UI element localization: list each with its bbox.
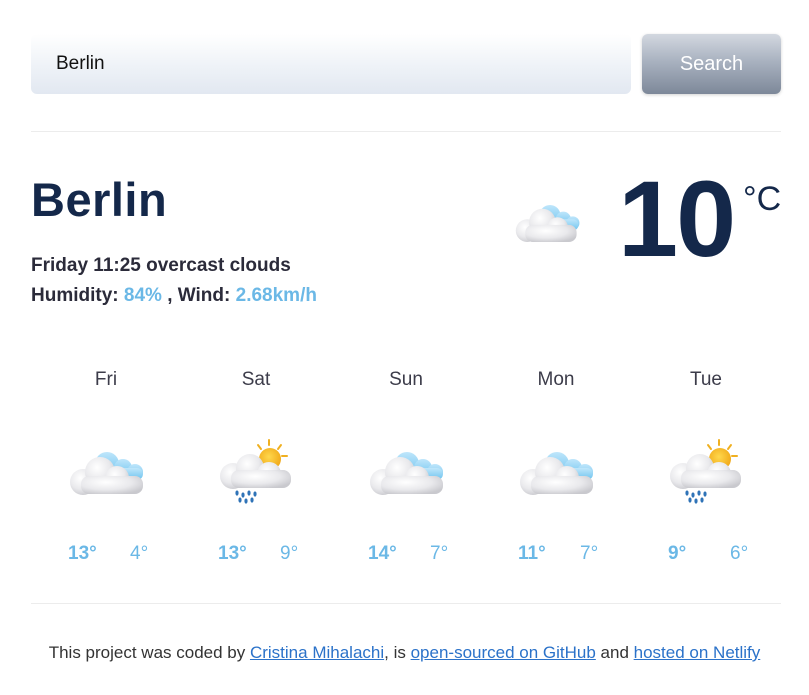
wind-label: , Wind: [167,285,231,306]
humidity-value: 84% [123,285,162,306]
forecast-day-name: Sat [241,369,271,390]
search-button[interactable]: Search [642,34,781,94]
forecast-max-temp: 11° [518,543,546,564]
overcast-clouds-icon [67,436,147,506]
forecast-day-name: Tue [689,369,723,390]
current-conditions: Humidity: 84% , Wind: 2.68km/h [31,285,317,307]
search-bar: Search [31,34,781,94]
forecast-min-temp: 9° [280,543,299,564]
netlify-link[interactable]: hosted on Netlify [634,643,761,662]
sun-cloud-rain-icon [217,436,297,506]
forecast-row: Fri 13° 4° Sat 13° 9° Sun 14° 7° Mon 11°… [31,366,781,566]
forecast-min-temp: 7° [580,543,599,564]
current-temperature: 10 [618,158,736,279]
forecast-day: Sun 14° 7° [331,366,481,566]
bottom-divider [31,603,781,604]
temperature-unit: °C [743,180,782,218]
forecast-min-temp: 7° [430,543,449,564]
forecast-day-name: Sun [389,369,423,390]
forecast-max-temp: 9° [668,543,687,564]
forecast-day-name: Mon [537,369,575,390]
city-search-input[interactable] [31,34,631,94]
forecast-day: Fri 13° 4° [31,366,181,566]
weather-description: overcast clouds [146,255,291,276]
wind-value: 2.68km/h [235,285,317,306]
day-time: Friday 11:25 [31,255,141,276]
forecast-max-temp: 13° [218,543,247,564]
footer-text: and [595,643,634,662]
overcast-clouds-icon [367,436,447,506]
forecast-day: Sat 13° 9° [181,366,331,566]
overcast-clouds-icon [512,196,588,250]
current-details: Friday 11:25 overcast clouds [31,255,291,277]
github-link[interactable]: open-sourced on GitHub [411,643,596,662]
forecast-day: Tue 9° 6° [631,366,781,566]
overcast-clouds-icon [517,436,597,506]
forecast-day-name: Fri [94,369,118,390]
author-link[interactable]: Cristina Mihalachi [250,643,384,662]
footer-text: This project was coded by [48,643,250,662]
city-name: Berlin [31,173,168,226]
forecast-min-temp: 4° [130,543,149,564]
forecast-max-temp: 13° [68,543,97,564]
forecast-day: Mon 11° 7° [481,366,631,566]
top-divider [31,131,781,132]
footer-text: , is [384,643,411,662]
footer: This project was coded by Cristina Mihal… [0,643,809,663]
forecast-min-temp: 6° [730,543,749,564]
humidity-label: Humidity: [31,285,119,306]
forecast-max-temp: 14° [368,543,397,564]
sun-cloud-rain-icon [667,436,747,506]
